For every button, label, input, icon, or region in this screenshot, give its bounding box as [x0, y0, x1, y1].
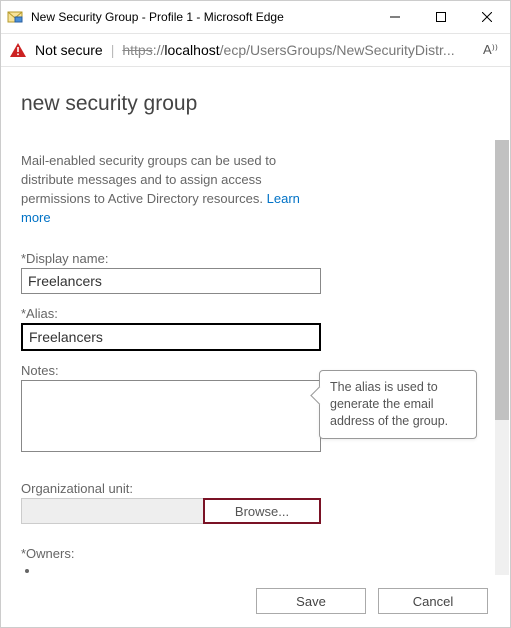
alias-input[interactable] — [21, 323, 321, 351]
app-icon — [7, 9, 23, 25]
ou-display — [21, 498, 203, 524]
ou-label: Organizational unit: — [21, 481, 484, 496]
not-secure-label[interactable]: Not secure — [35, 42, 103, 58]
window-titlebar: New Security Group - Profile 1 - Microso… — [1, 1, 510, 33]
window-controls — [372, 1, 510, 33]
scrollbar-thumb[interactable] — [495, 140, 509, 420]
content-scrollable: new security group Mail-enabled security… — [1, 68, 494, 575]
dialog-footer: Save Cancel — [1, 575, 510, 627]
intro-body: Mail-enabled security groups can be used… — [21, 153, 276, 206]
alias-row: *Alias: — [21, 306, 484, 351]
display-name-input[interactable] — [21, 268, 321, 294]
address-bar: Not secure | https://localhost/ecp/Users… — [1, 33, 510, 67]
alias-label: *Alias: — [21, 306, 484, 321]
url-host: localhost — [164, 42, 219, 58]
maximize-button[interactable] — [418, 1, 464, 33]
display-name-label: *Display name: — [21, 251, 484, 266]
save-button[interactable]: Save — [256, 588, 366, 614]
scrollbar-track[interactable] — [495, 140, 509, 575]
url-path: /ecp/UsersGroups/NewSecurityDistr... — [220, 42, 455, 58]
window-title: New Security Group - Profile 1 - Microso… — [31, 10, 372, 24]
url-display[interactable]: https://localhost/ecp/UsersGroups/NewSec… — [122, 42, 471, 58]
owners-list-item — [39, 563, 484, 569]
url-sep: :// — [153, 42, 165, 58]
address-separator: | — [111, 42, 115, 58]
owners-label: *Owners: — [21, 546, 484, 561]
minimize-button[interactable] — [372, 1, 418, 33]
display-name-row: *Display name: — [21, 251, 484, 294]
page-title: new security group — [21, 92, 484, 116]
cancel-button[interactable]: Cancel — [378, 588, 488, 614]
owners-row: *Owners: — [21, 546, 484, 569]
ou-row: Organizational unit: Browse... — [21, 481, 484, 524]
browse-button[interactable]: Browse... — [203, 498, 321, 524]
owners-list — [21, 563, 484, 569]
intro-text: Mail-enabled security groups can be used… — [21, 152, 331, 227]
ou-container: Browse... — [21, 498, 321, 524]
url-scheme: https — [122, 42, 152, 58]
read-aloud-button[interactable]: A⁾⁾ — [479, 42, 502, 58]
alias-tooltip: The alias is used to generate the email … — [319, 370, 477, 439]
content-viewport: new security group Mail-enabled security… — [1, 68, 510, 575]
close-button[interactable] — [464, 1, 510, 33]
notes-input[interactable] — [21, 380, 321, 452]
not-secure-icon[interactable] — [9, 41, 27, 59]
